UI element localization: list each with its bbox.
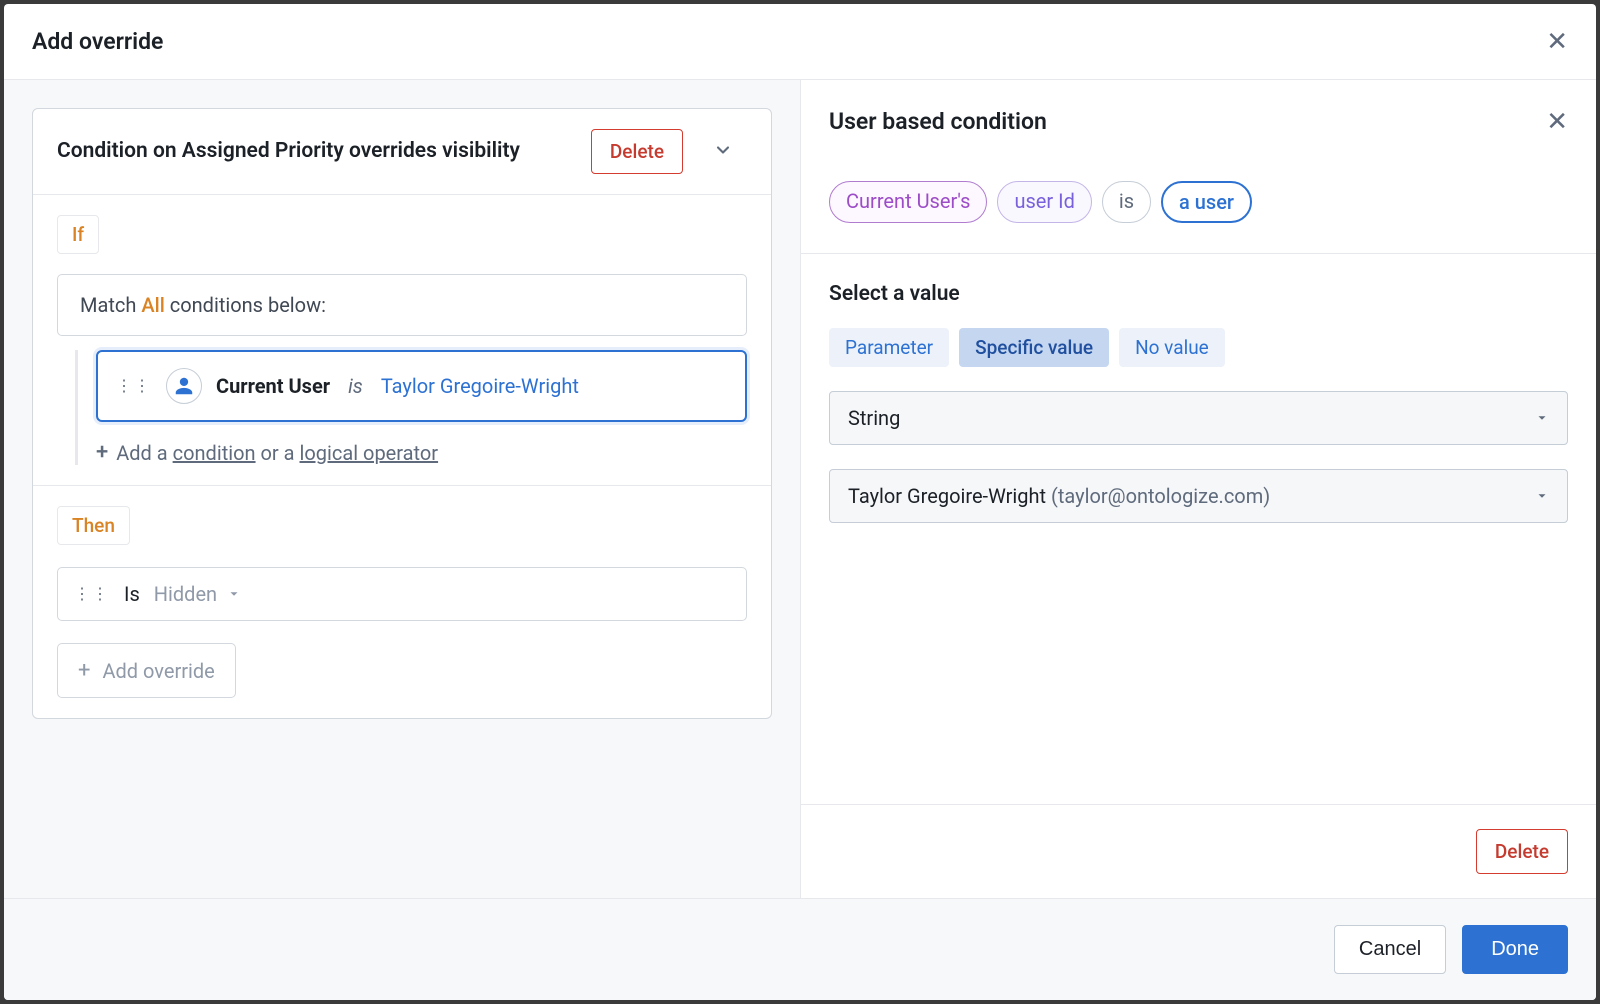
right-pane: User based condition ✕ Current User's us… — [800, 80, 1596, 898]
plus-icon: + — [78, 658, 90, 683]
condition-token-row: Current User's user Id is a user — [801, 163, 1596, 254]
delete-override-button[interactable]: Delete — [591, 129, 683, 174]
match-box[interactable]: Match All conditions below: — [57, 274, 747, 336]
right-header: User based condition ✕ — [801, 80, 1596, 163]
add-cond-text2: or a — [256, 441, 300, 465]
add-cond-text: Add a — [116, 441, 172, 465]
card-header: Condition on Assigned Priority overrides… — [33, 109, 771, 195]
card-title: Condition on Assigned Priority overrides… — [57, 137, 575, 166]
tab-no-value[interactable]: No value — [1119, 328, 1225, 367]
close-icon[interactable]: ✕ — [1546, 29, 1568, 55]
add-override-modal: Add override ✕ Condition on Assigned Pri… — [4, 4, 1596, 1000]
select-value-label: Select a value — [829, 282, 1568, 306]
conditions-wrap: ⋮⋮ Current User is Taylor Gregoire-Wrigh… — [75, 350, 747, 465]
delete-condition-button[interactable]: Delete — [1476, 829, 1568, 874]
condition-subject: Current User — [216, 374, 330, 398]
modal-body: Condition on Assigned Priority overrides… — [4, 80, 1596, 898]
then-section: Then ⋮⋮ Is Hidden + Add override — [33, 486, 771, 718]
type-select-value: String — [848, 406, 900, 430]
tab-parameter[interactable]: Parameter — [829, 328, 949, 367]
chevron-down-icon — [713, 140, 733, 160]
done-button[interactable]: Done — [1462, 925, 1568, 974]
user-select-value: Taylor Gregoire-Wright (taylor@ontologiz… — [848, 484, 1270, 508]
right-footer: Delete — [801, 804, 1596, 898]
condition-value: Taylor Gregoire-Wright — [381, 374, 579, 398]
add-override-label: Add override — [102, 659, 214, 683]
token-is[interactable]: is — [1102, 181, 1151, 223]
match-all: All — [141, 293, 164, 317]
plus-icon: + — [96, 440, 108, 465]
visibility-value: Hidden — [154, 582, 217, 606]
token-a-user[interactable]: a user — [1161, 181, 1252, 223]
then-badge: Then — [57, 506, 130, 545]
token-current-users[interactable]: Current User's — [829, 181, 987, 223]
modal-title: Add override — [32, 28, 163, 55]
match-suffix: conditions below: — [165, 293, 326, 317]
select-value-section: Select a value Parameter Specific value … — [801, 254, 1596, 575]
right-content: User based condition ✕ Current User's us… — [801, 80, 1596, 804]
add-logical-operator-link[interactable]: logical operator — [300, 441, 439, 465]
override-card: Condition on Assigned Priority overrides… — [32, 108, 772, 719]
add-condition-link[interactable]: condition — [173, 441, 256, 465]
condition-row[interactable]: ⋮⋮ Current User is Taylor Gregoire-Wrigh… — [96, 350, 747, 422]
if-badge: If — [57, 215, 99, 254]
add-condition-row[interactable]: + Add a condition or a logical operator — [96, 440, 747, 465]
drag-handle-icon[interactable]: ⋮⋮ — [116, 383, 152, 389]
modal-header: Add override ✕ — [4, 4, 1596, 80]
left-pane: Condition on Assigned Priority overrides… — [4, 80, 800, 898]
type-select[interactable]: String — [829, 391, 1568, 445]
visibility-select[interactable]: Hidden — [154, 582, 241, 606]
match-prefix: Match — [80, 293, 141, 317]
close-right-icon[interactable]: ✕ — [1546, 109, 1568, 135]
drag-handle-icon[interactable]: ⋮⋮ — [74, 591, 110, 597]
if-section: If Match All conditions below: ⋮⋮ Curren… — [33, 195, 771, 485]
modal-footer: Cancel Done — [4, 898, 1596, 1000]
cancel-button[interactable]: Cancel — [1334, 925, 1446, 974]
collapse-toggle[interactable] — [699, 132, 747, 172]
token-user-id[interactable]: user Id — [997, 181, 1091, 223]
tab-specific-value[interactable]: Specific value — [959, 328, 1109, 367]
caret-down-icon — [227, 587, 241, 601]
right-title: User based condition — [829, 108, 1047, 135]
caret-down-icon — [1535, 411, 1549, 425]
is-label: Is — [124, 582, 140, 606]
caret-down-icon — [1535, 489, 1549, 503]
condition-operator: is — [348, 374, 363, 398]
user-icon — [166, 368, 202, 404]
outcome-row[interactable]: ⋮⋮ Is Hidden — [57, 567, 747, 621]
add-override-button[interactable]: + Add override — [57, 643, 236, 698]
user-select[interactable]: Taylor Gregoire-Wright (taylor@ontologiz… — [829, 469, 1568, 523]
value-source-tabs: Parameter Specific value No value — [829, 328, 1568, 367]
